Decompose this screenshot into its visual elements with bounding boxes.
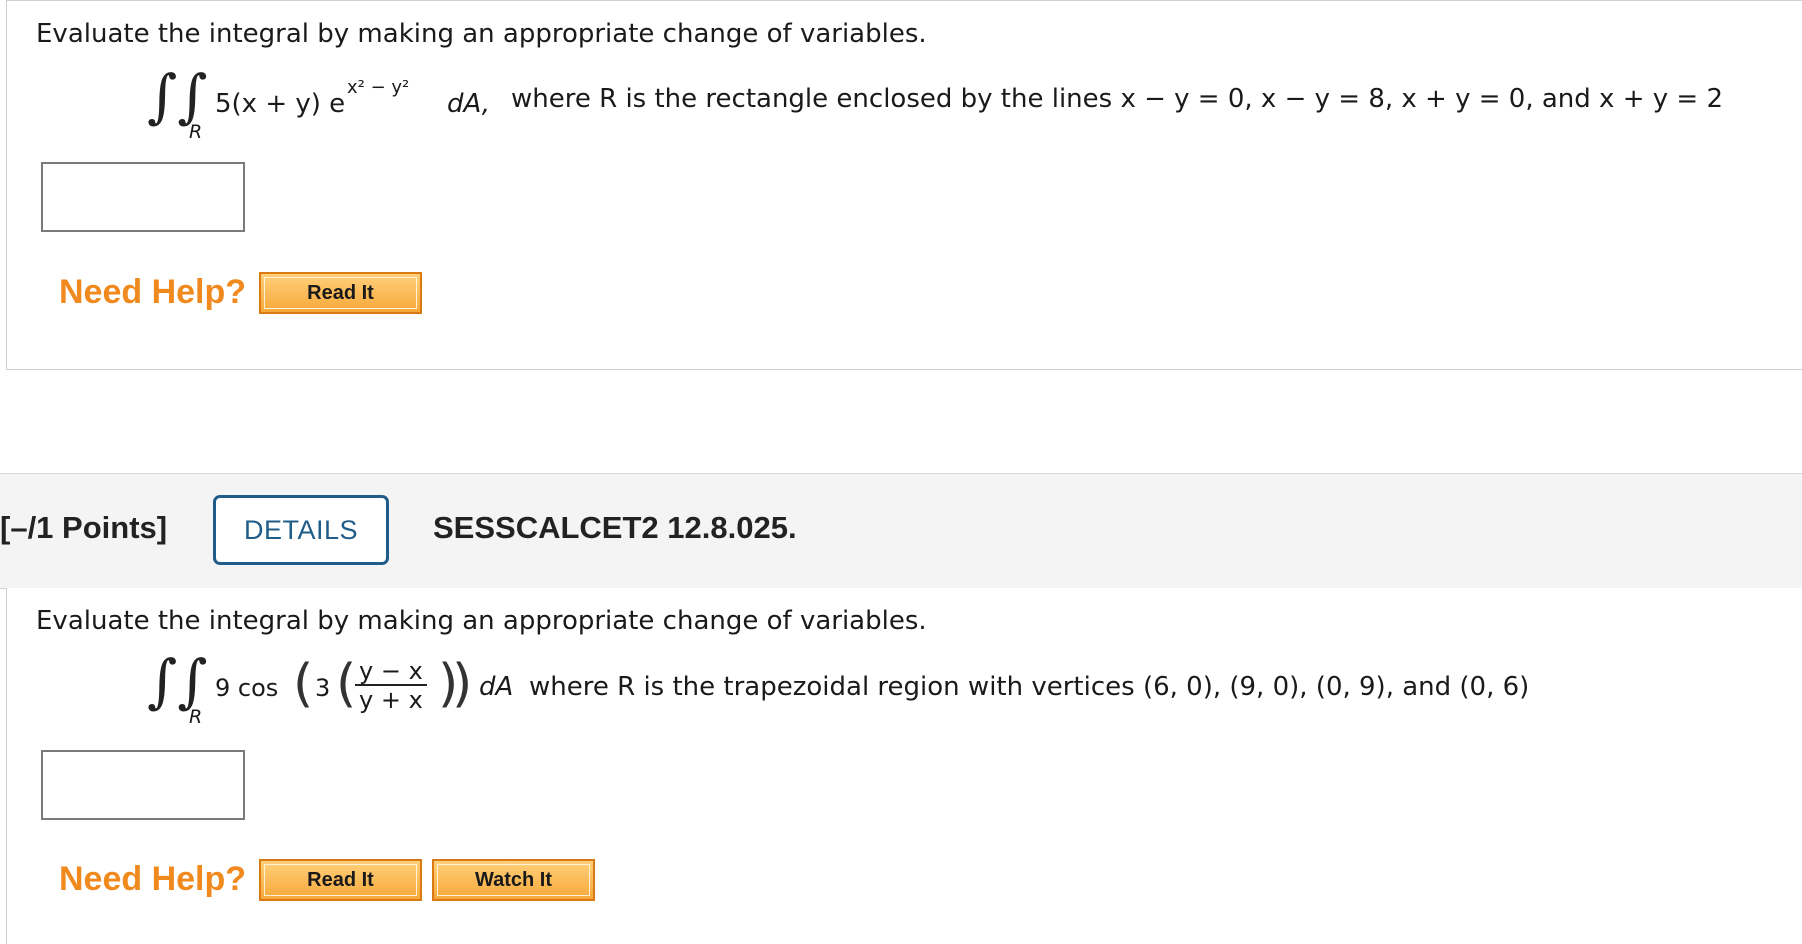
question-1-panel: Evaluate the integral by making an appro…	[6, 0, 1802, 370]
read-it-button[interactable]: Read It	[259, 272, 422, 314]
question-prompt: Evaluate the integral by making an appro…	[36, 606, 927, 636]
differential: dA	[479, 672, 514, 702]
integral-region-label: R	[189, 121, 203, 143]
fraction-denominator: y + x	[359, 686, 423, 715]
question-id: SESSCALCET2 12.8.025.	[433, 510, 797, 545]
cosine-term: 9 cos	[215, 674, 279, 702]
outer-right-paren: )	[452, 654, 473, 714]
double-integral-symbol: ∫∫	[147, 647, 208, 715]
integrand: 5(x + y) e	[215, 89, 346, 119]
exponent: x² − y²	[347, 77, 410, 98]
watch-it-label: Watch It	[437, 864, 590, 896]
integral-region-label: R	[189, 706, 203, 728]
inner-coefficient: 3	[315, 674, 331, 702]
integral-condition: where R is the rectangle enclosed by the…	[511, 84, 1723, 114]
inner-left-paren: (	[336, 654, 357, 714]
differential: dA,	[447, 89, 491, 119]
integral-condition: where R is the trapezoidal region with v…	[529, 672, 1530, 702]
question-prompt: Evaluate the integral by making an appro…	[36, 19, 927, 49]
answer-input[interactable]	[41, 162, 245, 232]
outer-left-paren: (	[293, 654, 314, 714]
need-help-label: Need Help?	[59, 860, 247, 898]
question-2-header: [–/1 Points] DETAILS SESSCALCET2 12.8.02…	[0, 473, 1802, 589]
points-label: [–/1 Points]	[0, 510, 168, 545]
watch-it-button[interactable]: Watch It	[432, 859, 595, 901]
read-it-label: Read It	[264, 277, 417, 309]
details-button[interactable]: DETAILS	[213, 495, 389, 565]
fraction-numerator: y − x	[355, 658, 427, 687]
answer-input[interactable]	[41, 750, 245, 820]
fraction: y − x y + x	[355, 658, 427, 715]
read-it-button[interactable]: Read It	[259, 859, 422, 901]
read-it-label: Read It	[264, 864, 417, 896]
double-integral-symbol: ∫∫	[147, 62, 208, 130]
question-2-panel: Evaluate the integral by making an appro…	[6, 588, 1802, 944]
need-help-label: Need Help?	[59, 273, 247, 311]
